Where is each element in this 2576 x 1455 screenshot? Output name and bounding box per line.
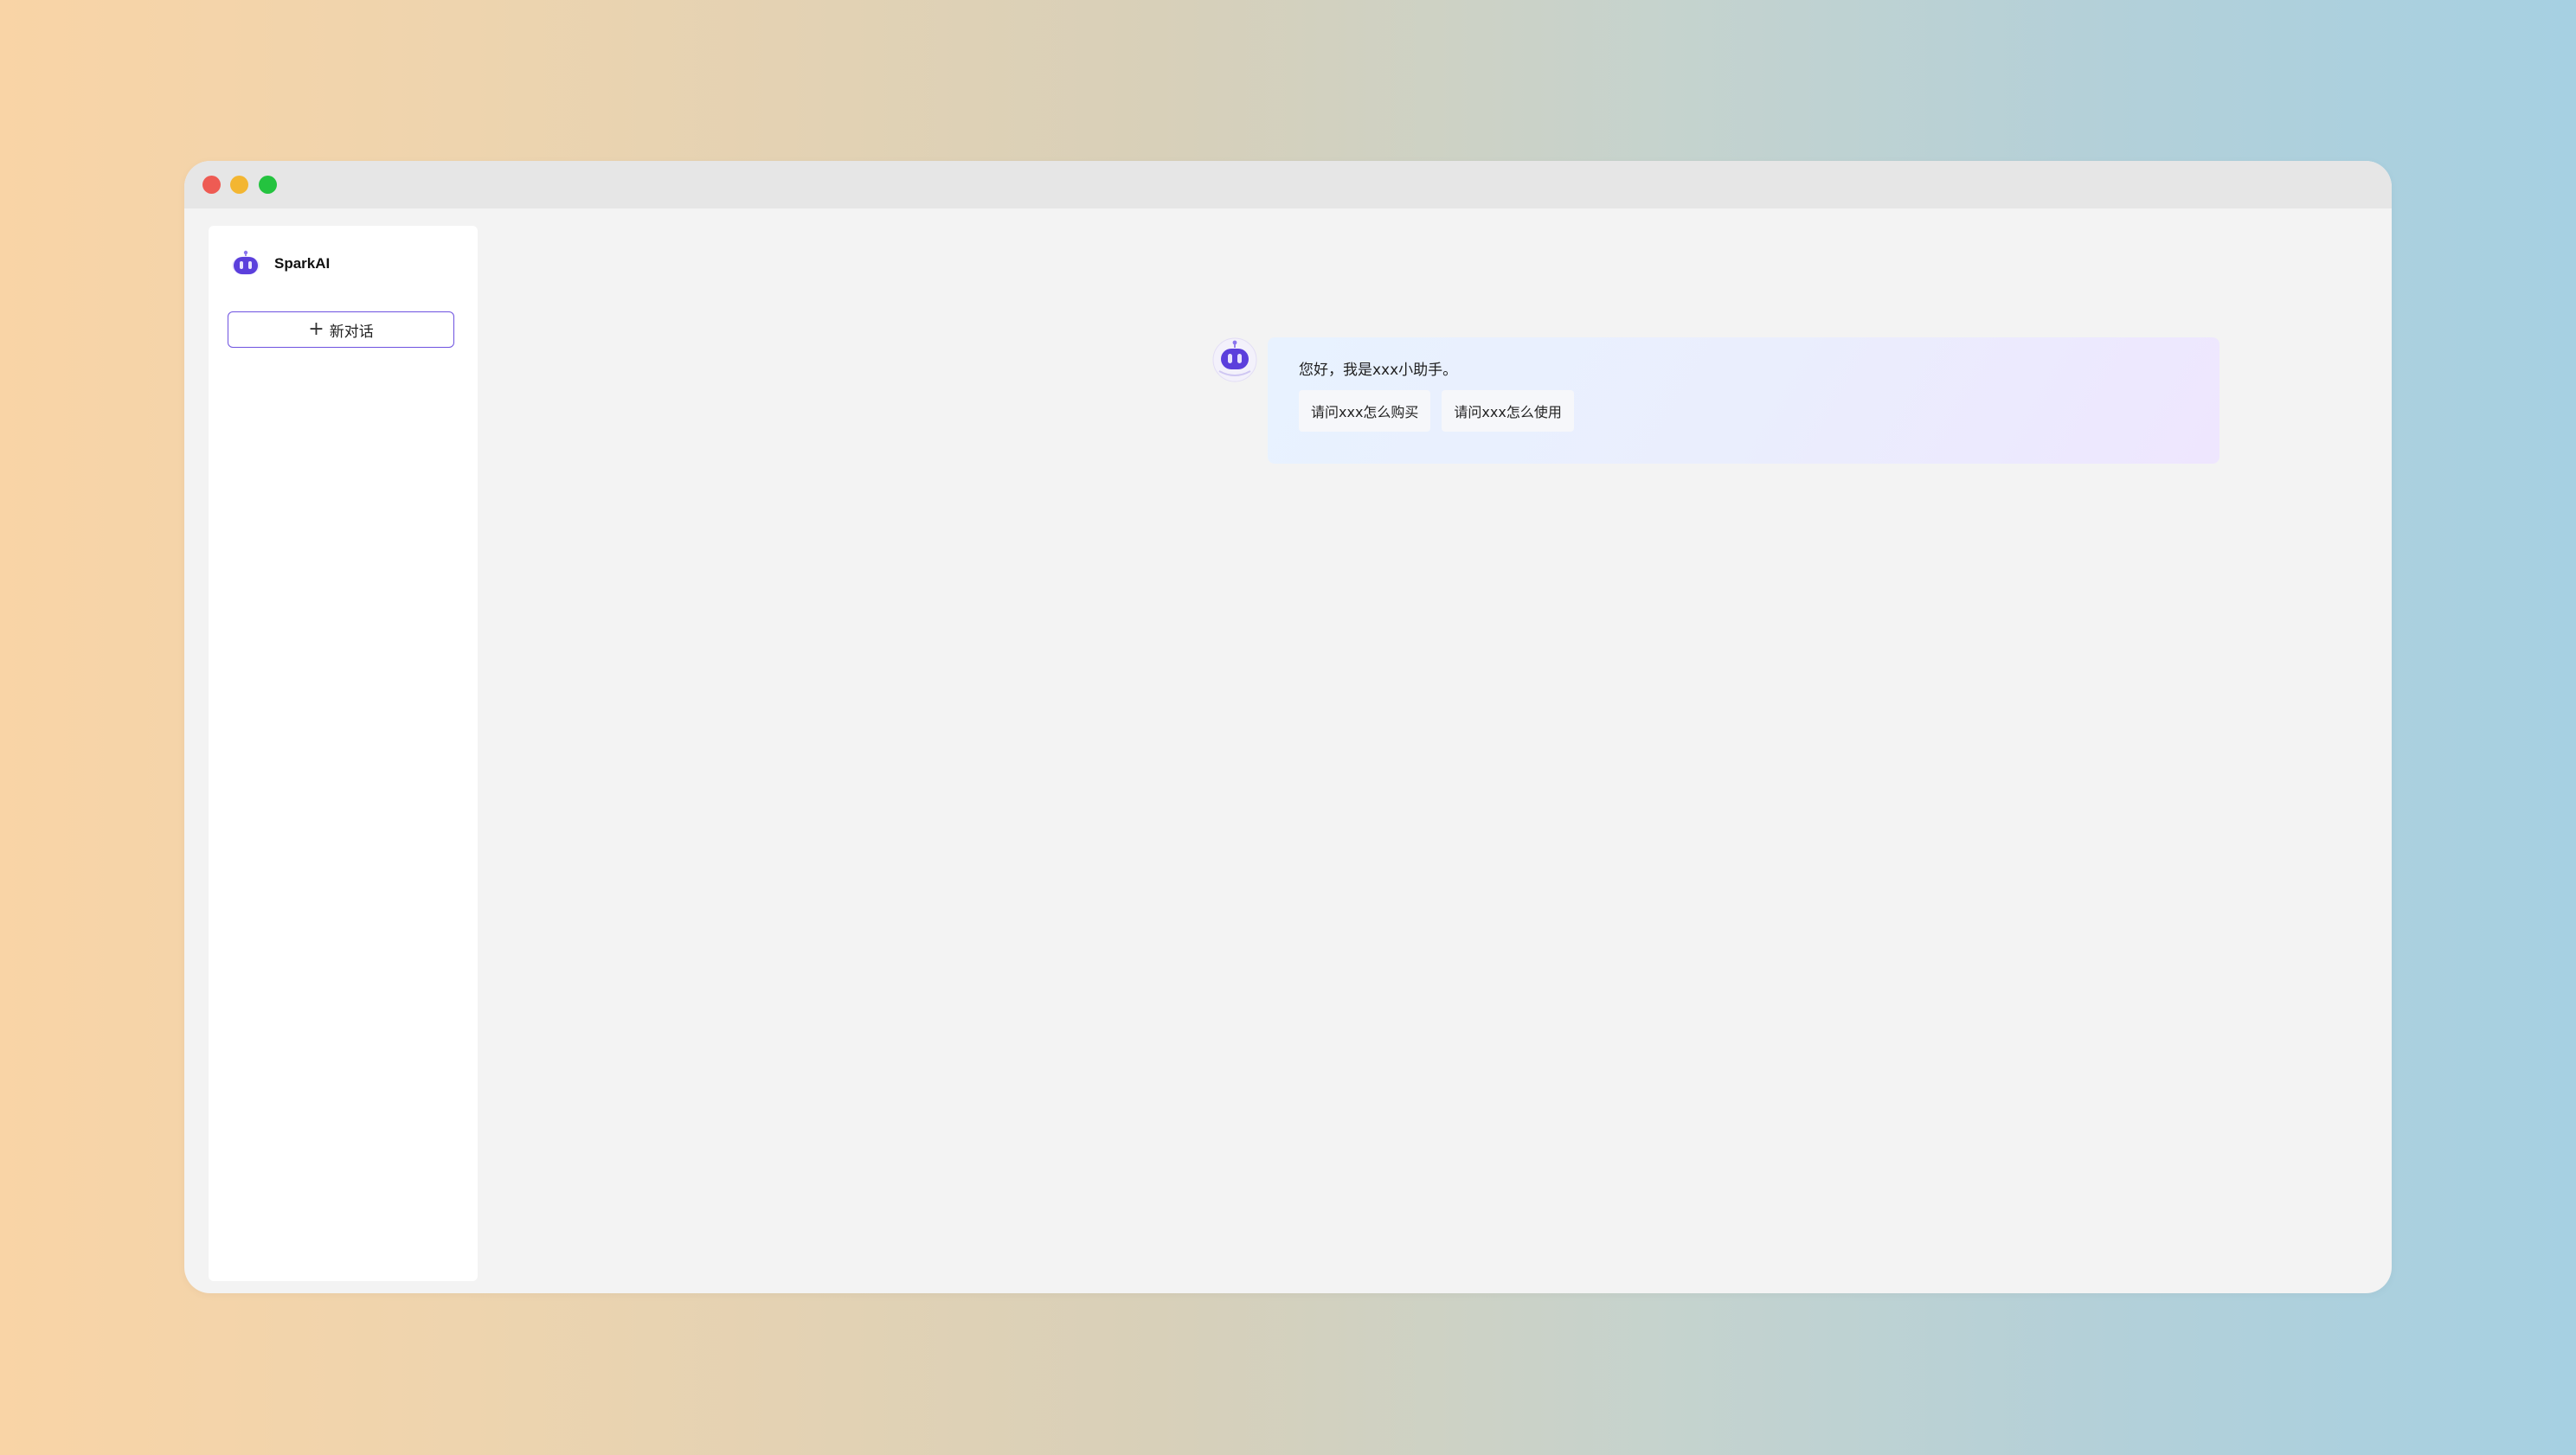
- new-chat-label: 新对话: [329, 323, 374, 341]
- robot-icon: [1211, 337, 1258, 383]
- robot-icon: [229, 247, 262, 280]
- close-window-button[interactable]: [202, 176, 221, 194]
- new-chat-button[interactable]: + 新对话: [228, 311, 454, 348]
- assistant-message-text: 您好，我是xxx小助手。: [1299, 362, 1458, 379]
- minimize-window-button[interactable]: [230, 176, 248, 194]
- suggestion-list: 请问xxx怎么购买 请问xxx怎么使用: [1299, 390, 2219, 432]
- app-window: SparkAI + 新对话 您好，我是xxx小助手。 请问xxx怎么购买 请问x…: [184, 161, 2392, 1293]
- title-bar: [184, 161, 2392, 208]
- suggestion-chip-buy[interactable]: 请问xxx怎么购买: [1299, 390, 1431, 432]
- brand-name: SparkAI: [274, 255, 331, 272]
- sidebar: SparkAI + 新对话: [209, 226, 478, 1281]
- suggestion-chip-use[interactable]: 请问xxx怎么使用: [1442, 390, 1574, 432]
- chat-area: 您好，我是xxx小助手。 请问xxx怎么购买 请问xxx怎么使用: [478, 208, 2392, 1293]
- maximize-window-button[interactable]: [259, 176, 277, 194]
- assistant-message-bubble: 您好，我是xxx小助手。 请问xxx怎么购买 请问xxx怎么使用: [1268, 337, 2219, 464]
- brand: SparkAI: [229, 247, 330, 281]
- plus-icon: +: [308, 318, 324, 340]
